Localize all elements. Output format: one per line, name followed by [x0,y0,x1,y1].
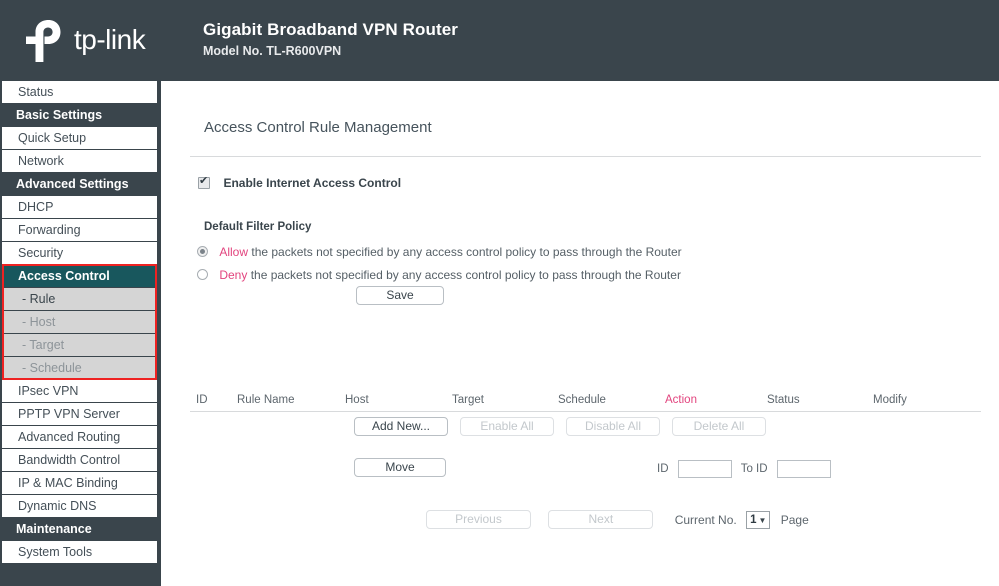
policy-deny-text: Deny the packets not specified by any ac… [219,268,681,282]
brand-logo-text: tp-link [74,24,146,55]
enable-access-control-row[interactable]: Enable Internet Access Control [198,174,401,192]
sidebar-list: Status Basic Settings Quick Setup Network Ad… [0,81,161,563]
default-filter-policy-heading: Default Filter Policy [204,221,312,233]
delete-all-button[interactable]: Delete All [672,417,766,436]
column-header-action: Action [665,394,697,406]
sidebar-nav: Status Basic Settings Quick Setup Network Ad… [0,81,161,586]
sidebar-section-basic-settings: Basic Settings [0,104,161,126]
tplink-logo-icon [26,20,61,62]
sidebar-item-advanced-routing[interactable]: Advanced Routing [2,426,157,448]
sidebar-item-forwarding[interactable]: Forwarding [2,219,157,241]
sidebar-item-network[interactable]: Network [2,150,157,172]
enable-all-button[interactable]: Enable All [460,417,554,436]
brand-logo: tp-link [24,16,164,66]
sidebar-item-ip-mac-binding[interactable]: IP & MAC Binding [2,472,157,494]
move-id-input[interactable] [677,460,732,478]
sidebar-item-host[interactable]: - Host [2,311,157,333]
policy-allow-radio[interactable] [197,246,208,258]
column-header-schedule: Schedule [558,394,606,406]
column-header-modify: Modify [873,394,907,406]
column-header-rule-name: Rule Name [237,394,295,406]
chevron-down-icon: ▼ [758,515,767,525]
column-header-id: ID [196,394,208,406]
pagination-bar: Previous Next Current No. 1 ▼ Page [426,510,809,529]
policy-deny-rest: the packets not specified by any access … [247,267,681,282]
sidebar-section-maintenance: Maintenance [0,518,161,540]
product-title-block: Gigabit Broadband VPN Router Model No. T… [203,19,458,59]
sidebar-item-status[interactable]: Status [2,81,157,103]
move-button[interactable]: Move [354,458,446,477]
sidebar-item-security[interactable]: Security [2,242,157,264]
enable-access-control-label: Enable Internet Access Control [223,175,402,190]
disable-all-button[interactable]: Disable All [566,417,660,436]
page-number-value: 1 [750,513,757,526]
policy-option-allow[interactable]: Allow the packets not specified by any a… [197,244,682,259]
sidebar-item-dhcp[interactable]: DHCP [2,196,157,218]
policy-deny-keyword: Deny [219,267,248,282]
move-fields: ID To ID [657,460,837,478]
move-toid-label: To ID [740,463,768,476]
router-admin-page: tp-link Gigabit Broadband VPN Router Mod… [0,0,999,586]
current-page-label: Current No. [674,512,737,527]
add-new-button[interactable]: Add New... [354,417,448,436]
column-header-target: Target [452,394,484,406]
policy-allow-rest: the packets not specified by any access … [248,244,682,259]
previous-page-button[interactable]: Previous [426,510,531,529]
page-title: Access Control Rule Management [204,119,432,136]
sidebar-item-rule[interactable]: - Rule [2,288,157,310]
divider-top [190,156,981,157]
sidebar-item-schedule[interactable]: - Schedule [2,357,157,379]
sidebar-item-bandwidth-control[interactable]: Bandwidth Control [2,449,157,471]
policy-allow-keyword: Allow [219,244,249,259]
sidebar-item-quick-setup[interactable]: Quick Setup [2,127,157,149]
sidebar-item-system-tools[interactable]: System Tools [2,541,157,563]
move-toid-input[interactable] [776,460,831,478]
policy-allow-text: Allow the packets not specified by any a… [219,245,681,259]
next-page-button[interactable]: Next [548,510,654,529]
divider-bottom [190,411,981,412]
sidebar-item-access-control[interactable]: Access Control [2,265,157,287]
sidebar-item-ipsec-vpn[interactable]: IPsec VPN [2,380,157,402]
rule-table-action-buttons: Add New... Enable All Disable All Delete Al… [354,417,778,436]
enable-access-control-checkbox[interactable] [198,174,210,189]
main-content: Access Control Rule Management Enable In… [161,81,999,586]
policy-option-deny[interactable]: Deny the packets not specified by any ac… [197,267,681,282]
policy-deny-radio[interactable] [197,269,208,281]
sidebar-item-dynamic-dns[interactable]: Dynamic DNS [2,495,157,517]
page-number-select[interactable]: 1 ▼ [746,510,771,529]
column-header-status: Status [767,394,800,406]
product-model: Model No. TL-R600VPN [203,44,342,58]
move-id-label: ID [657,463,669,476]
sidebar-section-advanced-settings: Advanced Settings [0,173,161,195]
save-button[interactable]: Save [356,286,444,305]
product-title: Gigabit Broadband VPN Router [203,20,458,39]
column-header-host: Host [345,394,369,406]
sidebar-item-pptp-vpn-server[interactable]: PPTP VPN Server [2,403,157,425]
page-header: tp-link Gigabit Broadband VPN Router Mod… [0,0,999,81]
page-suffix-label: Page [780,512,809,527]
sidebar-item-target[interactable]: - Target [2,334,157,356]
